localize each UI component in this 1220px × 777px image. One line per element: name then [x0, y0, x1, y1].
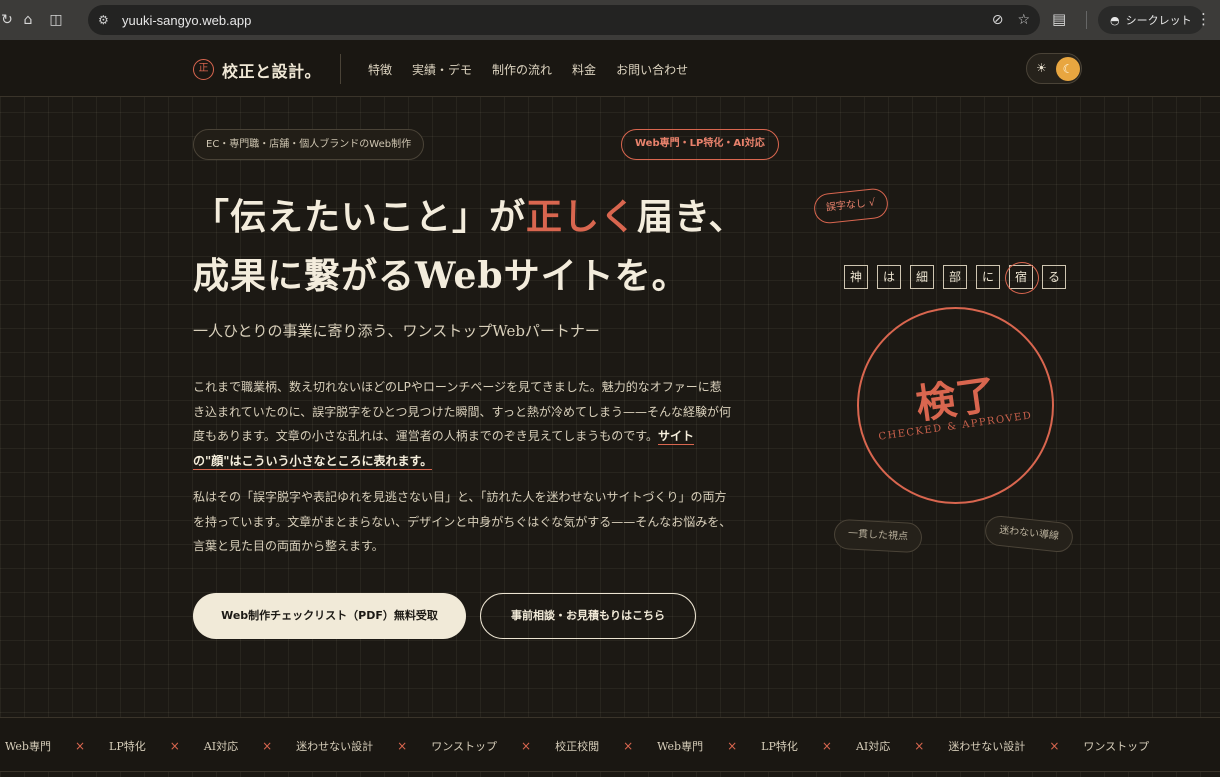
headline-part-1: 「伝えたいこと」が — [193, 196, 527, 238]
website-viewport: 正 校正と設計。 特徴 実績・デモ 制作の流れ 料金 お問い合わせ ☀ ☾ EC… — [0, 40, 1220, 777]
incognito-button[interactable]: ◓ シークレット — [1098, 6, 1204, 34]
incognito-icon: ◓ — [1110, 13, 1120, 27]
proverb-char: は — [877, 265, 901, 289]
toolbar-divider — [1086, 11, 1087, 29]
nav-item-pricing[interactable]: 料金 — [572, 61, 596, 78]
ticker-item: Web専門 — [657, 739, 704, 753]
browser-toolbar: ↻ ⌂ ◫ ⚙ yuuki-sangyo.web.app ⊘ ☆ ▤ ◓ シーク… — [0, 0, 1220, 40]
home-icon[interactable]: ⌂ — [14, 12, 42, 28]
eye-off-icon[interactable]: ⊘ — [992, 12, 1004, 28]
headline-line-2: 成果に繋がるWebサイトを。 — [193, 255, 689, 297]
proverb-char: る — [1042, 265, 1066, 289]
clear-path-tag: 迷わない導線 — [983, 514, 1075, 554]
feature-ticker: Web専門 × LP特化 × AI対応 × 迷わせない設計 × ワンストップ × 校正校閲 × Web専… — [0, 717, 1220, 772]
ticker-separator-icon: × — [1049, 738, 1060, 753]
specialty-badge: Web専門・LP特化・AI対応 — [621, 129, 779, 160]
reading-mode-icon[interactable]: ▤ — [1052, 10, 1066, 28]
ticker-separator-icon: × — [521, 738, 532, 753]
ticker-item: Web専門 — [5, 739, 51, 753]
nav-item-contact[interactable]: お問い合わせ — [616, 61, 688, 78]
consultation-button[interactable]: 事前相談・お見積もりはこちら — [480, 593, 696, 639]
consistent-view-tag: 一貫した視点 — [833, 518, 923, 554]
ticker-item: ワンストップ — [431, 739, 498, 753]
site-header: 正 校正と設計。 特徴 実績・デモ 制作の流れ 料金 お問い合わせ ☀ ☾ — [0, 40, 1220, 97]
proverb-char: に — [976, 265, 1000, 289]
main-nav: 特徴 実績・デモ 制作の流れ 料金 お問い合わせ — [368, 61, 688, 78]
proverb-char-row: 神 は 細 部 に 宿 る — [844, 262, 1066, 294]
ticker-separator-icon: × — [914, 738, 925, 753]
target-industries-badge: EC・専門職・店舗・個人ブランドのWeb制作 — [193, 129, 425, 160]
intro-paragraph-1-text: これまで職業柄、数え切れないほどのLPやローンチページを見てきました。魅力的なオ… — [193, 380, 731, 443]
ticker-separator-icon: × — [262, 738, 273, 753]
ticker-separator-icon: × — [821, 738, 832, 753]
bookmark-star-icon[interactable]: ☆ — [1017, 12, 1030, 28]
hero-headline: 「伝えたいこと」が正しく届き、 成果に繋がるWebサイトを。 — [193, 188, 793, 306]
theme-toggle[interactable]: ☀ ☾ — [1026, 53, 1082, 84]
ticker-item: ワンストップ — [1083, 739, 1150, 753]
url-text[interactable]: yuuki-sangyo.web.app — [122, 13, 251, 28]
approval-stamp: 検了 CHECKED & APPROVED — [857, 307, 1054, 504]
ticker-separator-icon: × — [623, 738, 634, 753]
ticker-separator-icon: × — [727, 738, 738, 753]
ticker-separator-icon: × — [397, 738, 408, 753]
checklist-download-button[interactable]: Web制作チェックリスト（PDF）無料受取 — [193, 593, 466, 639]
ticker-separator-icon: × — [169, 738, 180, 753]
ticker-item: 校正校閲 — [555, 739, 600, 753]
nav-item-features[interactable]: 特徴 — [368, 61, 392, 78]
ticker-item: LP特化 — [761, 739, 798, 753]
menu-kebab-icon[interactable]: ⋮ — [1196, 10, 1211, 28]
intro-paragraph-1: これまで職業柄、数え切れないほどのLPやローンチページを見てきました。魅力的なオ… — [193, 375, 733, 473]
headline-part-2: 届き、 — [637, 196, 746, 238]
no-typo-tag: 誤字なし √ — [812, 187, 889, 225]
header-divider — [340, 54, 341, 84]
nav-item-works[interactable]: 実績・デモ — [412, 61, 472, 78]
nav-item-flow[interactable]: 制作の流れ — [492, 61, 552, 78]
hero-subheading: 一人ひとりの事業に寄り添う、ワンストップWebパートナー — [193, 322, 600, 340]
logo-mark[interactable]: 正 — [193, 59, 214, 80]
ticker-separator-icon: × — [74, 738, 86, 753]
ticker-item: 迷わせない設計 — [948, 739, 1026, 753]
headline-accent: 正しく — [526, 196, 638, 238]
moon-icon: ☾ — [1056, 57, 1080, 81]
ticker-track: Web専門 × LP特化 × AI対応 × 迷わせない設計 × ワンストップ × 校正校閲 × Web専… — [5, 718, 1149, 773]
site-settings-icon[interactable]: ⚙ — [98, 13, 116, 27]
ticker-item: LP特化 — [109, 739, 146, 753]
incognito-label: シークレット — [1125, 14, 1192, 27]
logo-text[interactable]: 校正と設計。 — [222, 58, 321, 82]
proverb-char-marked: 宿 — [1005, 262, 1039, 294]
ticker-item: 迷わせない設計 — [296, 739, 374, 753]
ticker-item: AI対応 — [855, 739, 891, 753]
intro-paragraph-2: 私はその「誤字脱字や表記ゆれを見逃さない目」と、「訪れた人を迷わせないサイトづく… — [193, 490, 732, 553]
ticker-item: AI対応 — [203, 739, 239, 753]
proverb-char: 神 — [844, 265, 868, 289]
split-view-icon[interactable]: ◫ — [42, 12, 70, 28]
sun-icon: ☀ — [1036, 61, 1047, 75]
proverb-char: 部 — [943, 265, 967, 289]
reload-icon[interactable]: ↻ — [0, 12, 14, 28]
proverb-char: 細 — [910, 265, 934, 289]
address-bar[interactable]: ⚙ yuuki-sangyo.web.app ⊘ ☆ — [88, 5, 1040, 35]
